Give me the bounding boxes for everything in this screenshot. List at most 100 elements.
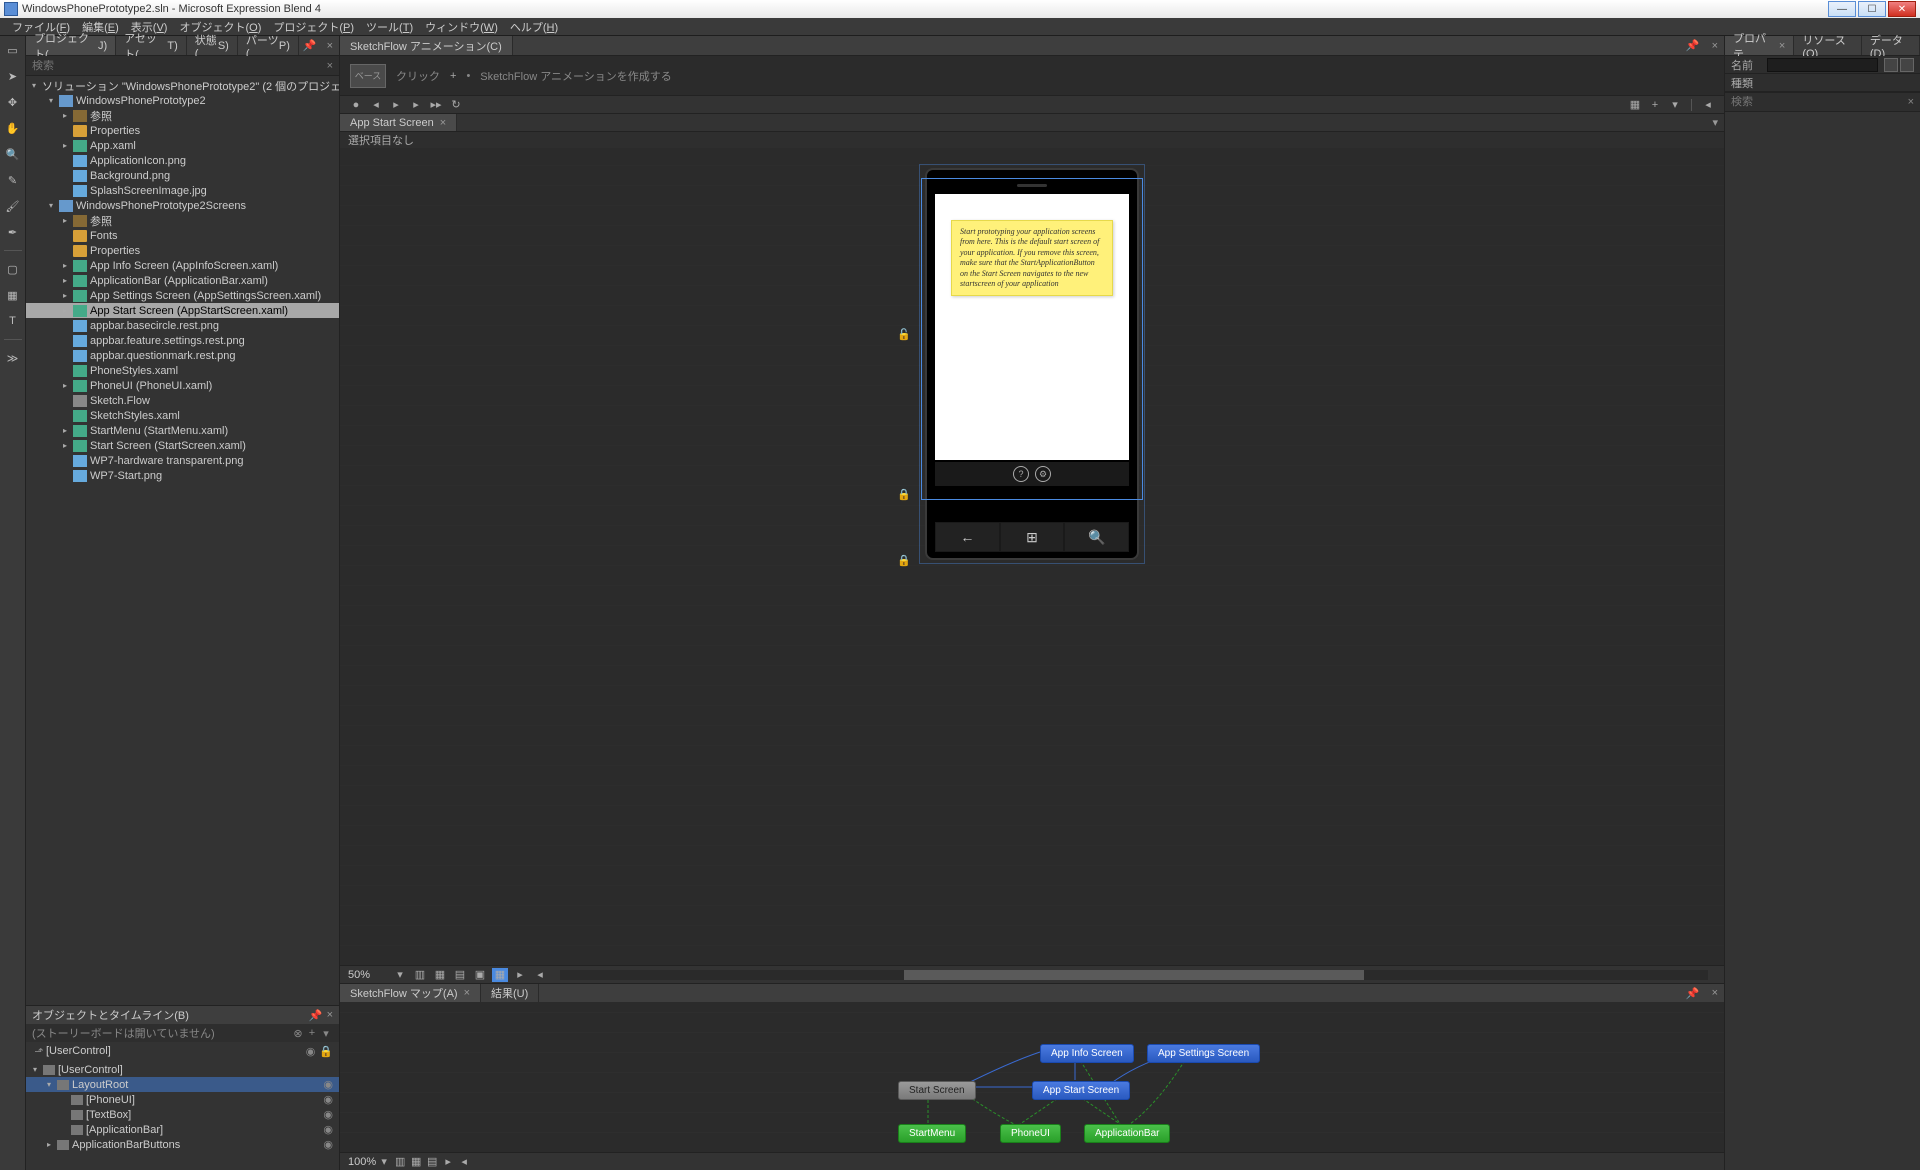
tree-item[interactable]: Background.png <box>26 168 339 183</box>
panel-close-icon[interactable]: × <box>1706 40 1724 52</box>
next-frame-icon[interactable]: ▸ <box>408 98 424 112</box>
map-node[interactable]: ApplicationBar <box>1084 1124 1170 1143</box>
tree-item[interactable]: ▸App.xaml <box>26 138 339 153</box>
tree-item[interactable]: ▸StartMenu (StartMenu.xaml) <box>26 423 339 438</box>
project-tree[interactable]: ▾ソリューション "WindowsPhonePrototype2" (2 個のプ… <box>26 76 339 1005</box>
map-tool-1[interactable]: ▥ <box>392 1155 408 1169</box>
object-tree[interactable]: ▾[UserControl]▾LayoutRoot◉[PhoneUI]◉[Tex… <box>26 1060 339 1170</box>
menu-h[interactable]: ヘルプ(H) <box>504 19 564 35</box>
document-tab[interactable]: App Start Screen × <box>340 114 457 131</box>
appbar-settings-icon[interactable]: ⚙ <box>1035 466 1051 482</box>
tree-item[interactable]: ▸PhoneUI (PhoneUI.xaml) <box>26 378 339 393</box>
close-panel-icon[interactable]: × <box>327 1009 333 1021</box>
layout-tool[interactable]: ▦ <box>3 285 23 305</box>
panel-close-icon[interactable]: × <box>321 40 339 52</box>
tree-item[interactable]: PhoneStyles.xaml <box>26 363 339 378</box>
search-input[interactable] <box>32 60 327 72</box>
pen-tool[interactable]: ✒ <box>3 222 23 242</box>
sf-plus-icon[interactable]: + <box>450 70 456 82</box>
tree-item[interactable]: ▾ソリューション "WindowsPhonePrototype2" (2 個のプ… <box>26 78 339 93</box>
loop-icon[interactable]: ↻ <box>448 98 464 112</box>
right-tab[interactable]: データ(D) <box>1862 36 1920 55</box>
tree-item[interactable]: SketchStyles.xaml <box>26 408 339 423</box>
map-tab[interactable]: SketchFlow マップ(A)× <box>340 984 481 1002</box>
tab-t[interactable]: アセット(T) <box>116 36 187 55</box>
map-node[interactable]: App Info Screen <box>1040 1044 1134 1063</box>
tree-item[interactable]: ▸App Start Screen (AppStartScreen.xaml) <box>26 303 339 318</box>
tree-item[interactable]: WP7-hardware transparent.png <box>26 453 339 468</box>
dropdown-icon[interactable]: ▾ <box>1667 98 1683 112</box>
map-tool-5[interactable]: ◂ <box>456 1155 472 1169</box>
tree-item[interactable]: Properties <box>26 243 339 258</box>
zoom-percent[interactable]: 50% <box>348 969 388 981</box>
storyboard-dropdown-icon[interactable]: ▾ <box>319 1027 333 1040</box>
tree-item[interactable]: appbar.feature.settings.rest.png <box>26 333 339 348</box>
pan-tool[interactable]: ✋ <box>3 118 23 138</box>
panel-pin-icon[interactable]: 📌 <box>1680 39 1706 52</box>
prop-btn-2[interactable] <box>1900 58 1914 72</box>
object-item[interactable]: [TextBox]◉ <box>26 1107 339 1122</box>
view-mode-5[interactable]: ▦ <box>492 968 508 982</box>
tree-item[interactable]: Fonts <box>26 228 339 243</box>
assets-tool[interactable]: ≫ <box>3 348 23 368</box>
prev-icon[interactable]: ◂ <box>1700 98 1716 112</box>
tree-item[interactable]: SplashScreenImage.jpg <box>26 183 339 198</box>
prop-btn-1[interactable] <box>1884 58 1898 72</box>
windows-button[interactable]: ⊞ <box>1000 522 1065 552</box>
map-pin-icon[interactable]: 📌 <box>1680 987 1706 1000</box>
appbar-help-icon[interactable]: ? <box>1013 466 1029 482</box>
map-tab[interactable]: 結果(U) <box>481 984 539 1002</box>
menu-w[interactable]: ウィンドウ(W) <box>419 19 504 35</box>
pin-icon[interactable]: 📌 <box>299 39 321 52</box>
tree-item[interactable]: ▸参照 <box>26 108 339 123</box>
tree-item[interactable]: appbar.basecircle.rest.png <box>26 318 339 333</box>
prev-frame-icon[interactable]: ◂ <box>368 98 384 112</box>
sketchflow-map-canvas[interactable]: App Info ScreenApp Settings ScreenStart … <box>340 1002 1724 1152</box>
object-item[interactable]: ▾[UserControl] <box>26 1062 339 1077</box>
rectangle-tool[interactable]: ▢ <box>3 259 23 279</box>
pointer-tool[interactable]: ➤ <box>3 66 23 86</box>
map-zoom[interactable]: 100% <box>348 1156 376 1168</box>
map-zoom-dropdown-icon[interactable]: ▾ <box>376 1155 392 1169</box>
doc-tab-close-icon[interactable]: × <box>440 117 446 129</box>
search-button[interactable]: 🔍 <box>1064 522 1129 552</box>
storyboard-close-icon[interactable]: ⊗ <box>291 1027 305 1040</box>
property-search-input[interactable] <box>1731 96 1908 108</box>
map-node[interactable]: PhoneUI <box>1000 1124 1061 1143</box>
tree-item[interactable]: ▸App Settings Screen (AppSettingsScreen.… <box>26 288 339 303</box>
eyedropper-tool[interactable]: ✎ <box>3 170 23 190</box>
map-tool-2[interactable]: ▦ <box>408 1155 424 1169</box>
zoom-dropdown-icon[interactable]: ▾ <box>392 968 408 982</box>
minimize-button[interactable]: — <box>1828 1 1856 17</box>
brush-tool[interactable]: 🖌 <box>3 196 23 216</box>
storyboard-new-icon[interactable]: + <box>305 1027 319 1039</box>
direct-select-tool[interactable]: ✥ <box>3 92 23 112</box>
back-button[interactable]: ← <box>935 522 1000 552</box>
lock-toggle-icon[interactable]: 🔒 <box>319 1045 333 1058</box>
grid-icon[interactable]: ▦ <box>1627 98 1643 112</box>
clear-search-icon[interactable]: × <box>327 60 333 72</box>
doc-dropdown-icon[interactable]: ▾ <box>1706 116 1724 129</box>
property-search-clear-icon[interactable]: × <box>1908 96 1914 108</box>
menu-p[interactable]: プロジェクト(P) <box>267 19 360 35</box>
pin-icon[interactable]: 📌 <box>309 1009 323 1022</box>
name-input[interactable] <box>1767 58 1878 72</box>
right-tab[interactable]: プロパテ… × <box>1725 36 1794 55</box>
tab-s[interactable]: 状態(S) <box>187 36 238 55</box>
map-close-icon[interactable]: × <box>1706 987 1724 999</box>
view-mode-4[interactable]: ▣ <box>472 968 488 982</box>
tree-item[interactable]: Properties <box>26 123 339 138</box>
tree-item[interactable]: ApplicationIcon.png <box>26 153 339 168</box>
zoom-tool[interactable]: 🔍 <box>3 144 23 164</box>
tree-item[interactable]: ▾WindowsPhonePrototype2Screens <box>26 198 339 213</box>
view-mode-3[interactable]: ▤ <box>452 968 468 982</box>
object-item[interactable]: [PhoneUI]◉ <box>26 1092 339 1107</box>
select-tool[interactable]: ▭ <box>3 40 23 60</box>
object-item[interactable]: ▸ApplicationBarButtons◉ <box>26 1137 339 1152</box>
view-mode-7[interactable]: ◂ <box>532 968 548 982</box>
sketchflow-anim-tab[interactable]: SketchFlow アニメーション(C) <box>340 36 513 55</box>
design-canvas[interactable]: 🔓 🔒 🔒 Start prototyping your application… <box>340 148 1724 965</box>
object-item[interactable]: ▾LayoutRoot◉ <box>26 1077 339 1092</box>
tree-item[interactable]: Sketch.Flow <box>26 393 339 408</box>
add-icon[interactable]: + <box>1647 98 1663 112</box>
